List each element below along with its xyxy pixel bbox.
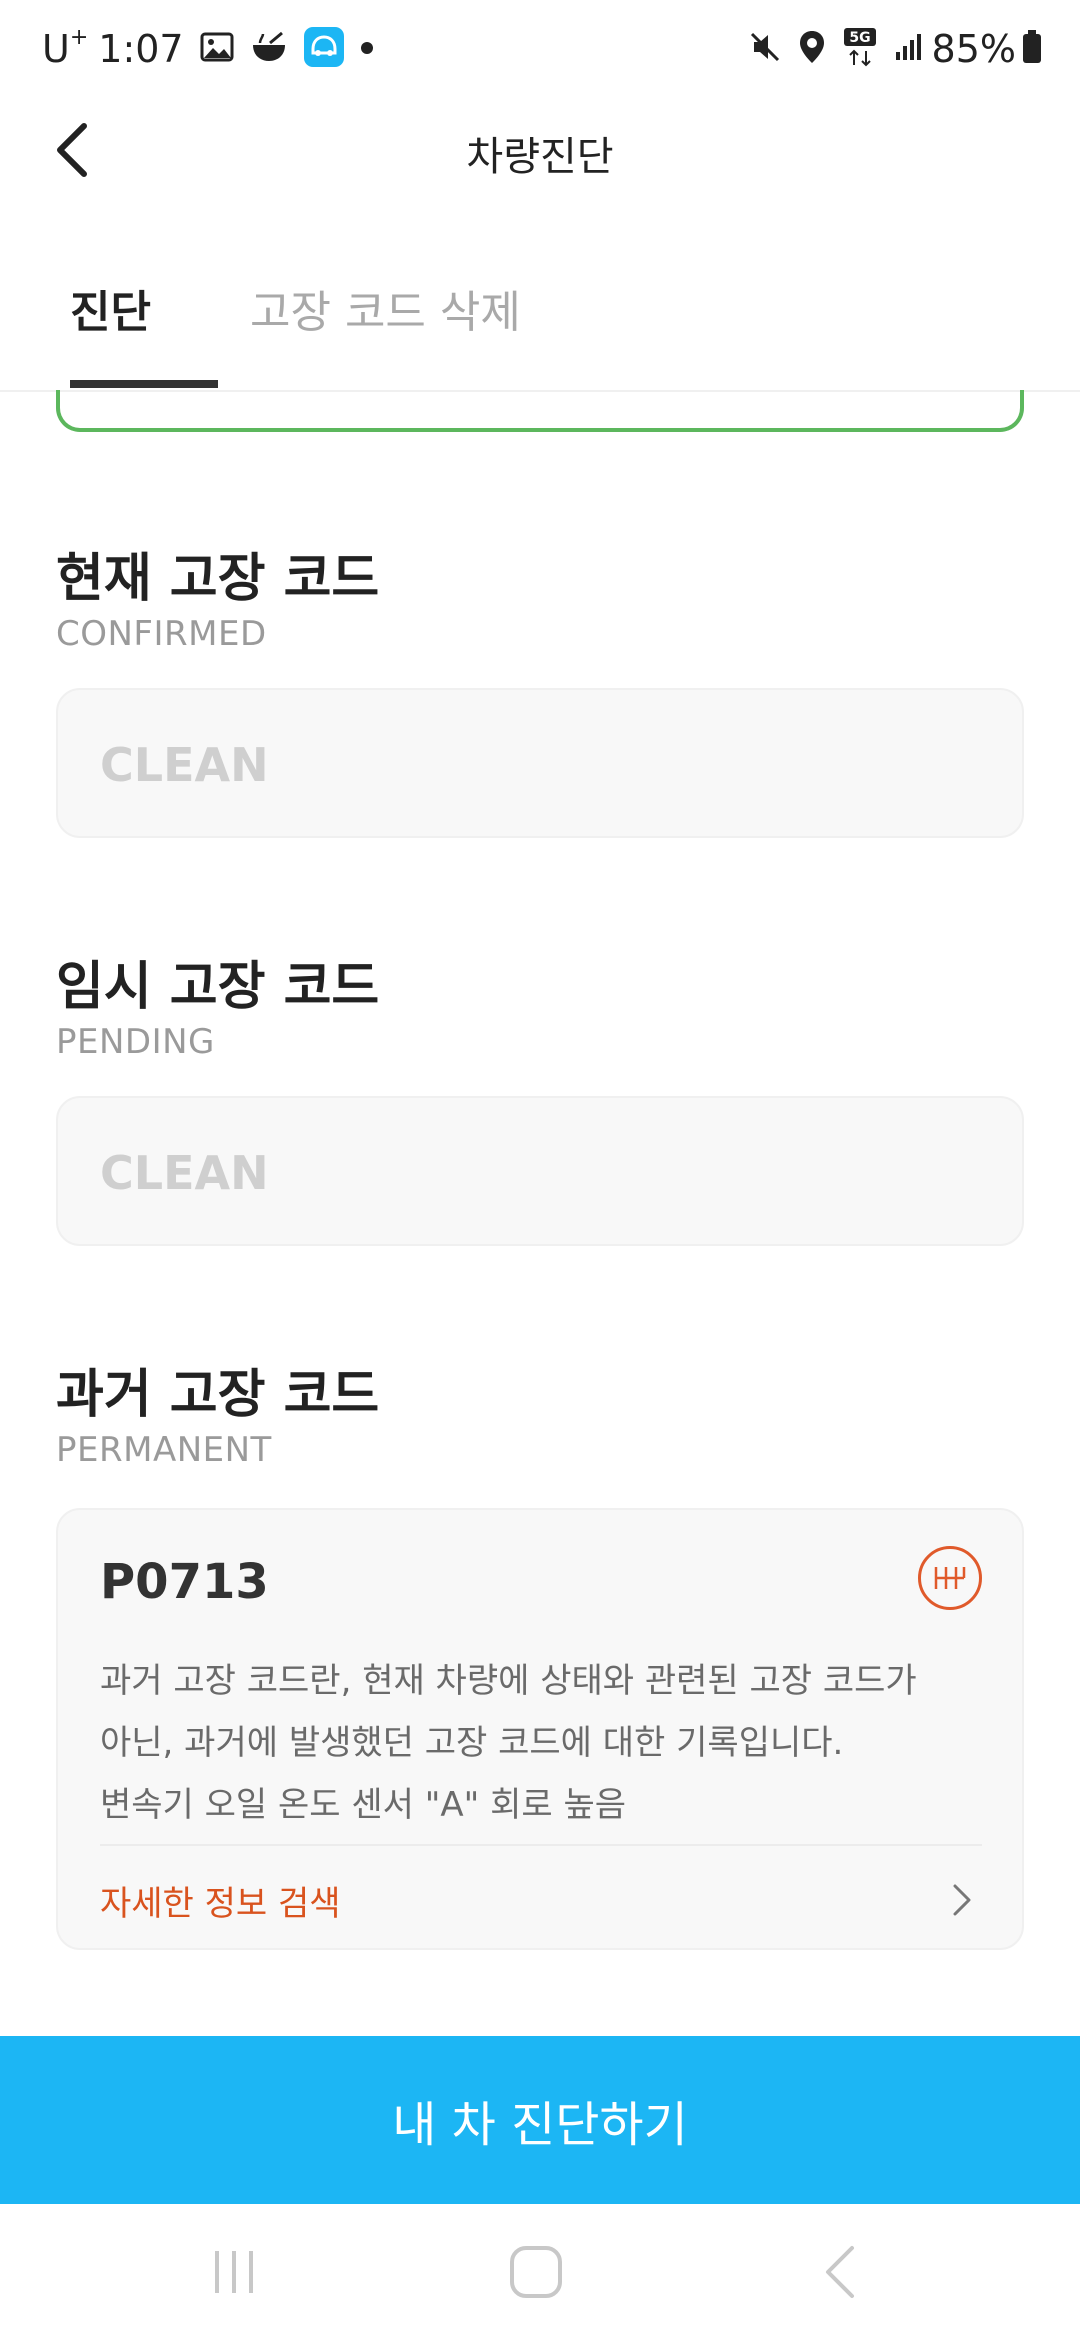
network-5g-icon: 5G (842, 27, 878, 71)
svg-text:5G: 5G (849, 30, 870, 46)
fault-code: P0713 (100, 1554, 269, 1610)
status-bar: U+ 1:07 5G 85% (0, 0, 1080, 96)
carrier-label: U+ (42, 25, 89, 71)
system-nav-bar (0, 2204, 1080, 2340)
pending-section-title: 임시 고장 코드 (56, 957, 380, 1017)
status-time: 1:07 (98, 27, 184, 71)
confirmed-section-subtitle: CONFIRMED (56, 614, 267, 654)
battery-percent: 85% (931, 27, 1016, 71)
location-icon (798, 29, 826, 69)
search-details-link[interactable]: 자세한 정보 검색 (100, 1876, 341, 1925)
battery-icon (1022, 30, 1042, 68)
gallery-icon (200, 32, 234, 66)
recent-apps-icon[interactable] (194, 2240, 274, 2304)
more-notifications-dot (360, 40, 374, 59)
fault-description-line: 변속기 오일 온도 센서 "A" 회로 높음 (100, 1785, 627, 1825)
permanent-section-subtitle: PERMANENT (56, 1430, 272, 1470)
confirmed-code-box: CLEAN (56, 688, 1024, 838)
tab-bar: 진단 고장 코드 삭제 (0, 258, 1080, 392)
home-icon[interactable] (496, 2240, 576, 2304)
status-bar-right: 5G 85% (732, 24, 1042, 74)
status-bar-left: U+ 1:07 (42, 24, 374, 74)
page-title: 차량진단 (466, 134, 614, 180)
diagnose-my-car-button[interactable]: 내 차 진단하기 (0, 2036, 1080, 2204)
pending-code-value: CLEAN (100, 1146, 269, 1200)
tab-active-indicator (70, 380, 218, 388)
confirmed-section-title: 현재 고장 코드 (56, 549, 380, 609)
pending-section-subtitle: PENDING (56, 1022, 215, 1062)
card-divider (100, 1844, 982, 1846)
pending-code-box: CLEAN (56, 1096, 1024, 1246)
permanent-section-title: 과거 고장 코드 (56, 1365, 380, 1425)
tab-diagnosis[interactable]: 진단 (70, 278, 218, 348)
app-bar: 차량진단 (0, 96, 1080, 206)
fault-description-line: 과거 고장 코드란, 현재 차량에 상태와 관련된 고장 코드가 (100, 1661, 917, 1701)
nav-back-icon[interactable] (800, 2240, 880, 2304)
bowl-icon (250, 31, 288, 67)
permanent-code-card: P0713 과거 고장 코드란, 현재 차량에 상태와 관련된 고장 코드가 아… (56, 1508, 1024, 1950)
signal-icon (894, 32, 924, 66)
mute-icon (748, 30, 782, 68)
chevron-right-icon[interactable] (942, 1880, 982, 1920)
tab-clear-codes[interactable]: 고장 코드 삭제 (250, 278, 521, 348)
app-notification-icon (303, 27, 344, 71)
confirmed-code-value: CLEAN (100, 738, 269, 792)
fault-description-line: 아닌, 과거에 발생했던 고장 코드에 대한 기록입니다. (100, 1723, 844, 1763)
status-card-partial (56, 390, 1024, 432)
gear-shift-icon (918, 1546, 982, 1610)
fault-description: 과거 고장 코드란, 현재 차량에 상태와 관련된 고장 코드가 아닌, 과거에… (100, 1650, 980, 1836)
